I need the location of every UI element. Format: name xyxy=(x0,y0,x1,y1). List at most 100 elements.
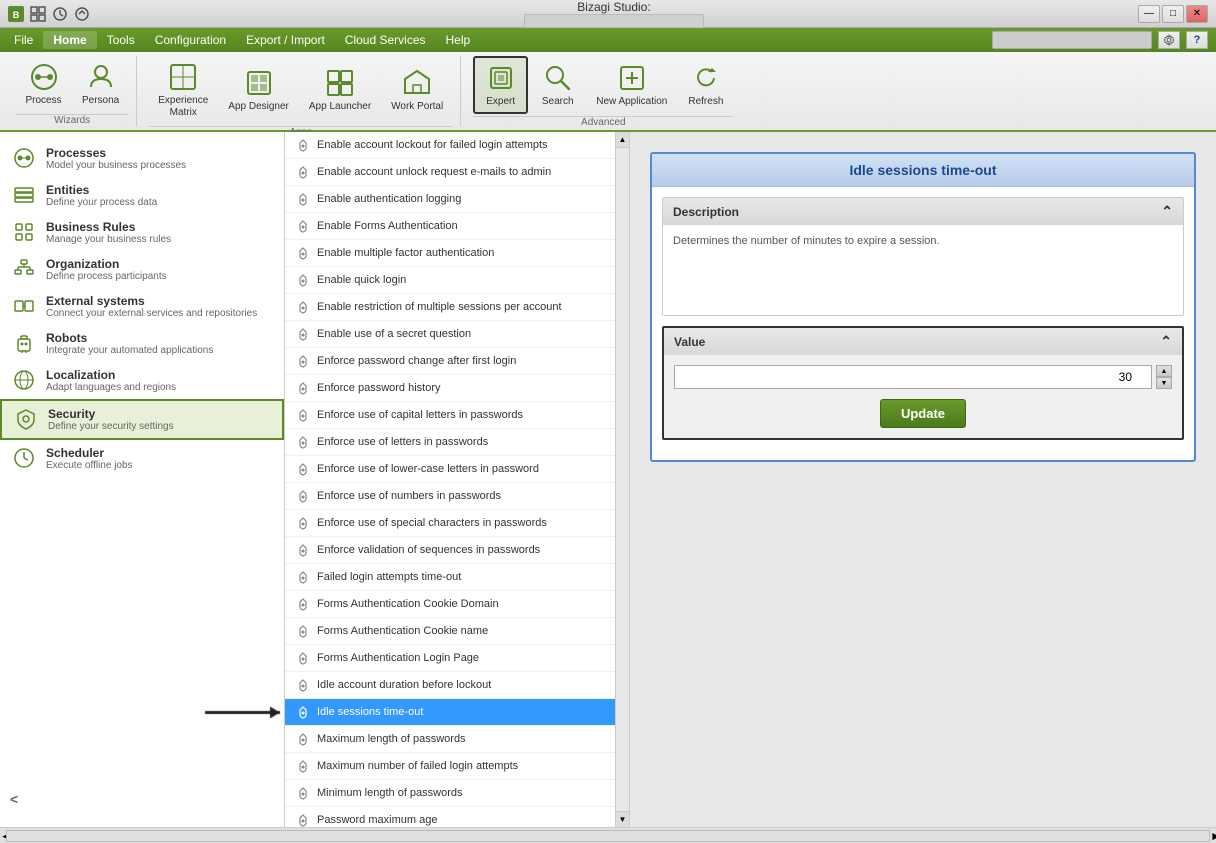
app-launcher-button[interactable]: App Launcher xyxy=(300,62,380,118)
sidebar-item-localization[interactable]: Localization Adapt languages and regions xyxy=(0,362,284,399)
menu-gear-button[interactable] xyxy=(1158,31,1180,49)
list-item-label: Failed login attempts time-out xyxy=(317,571,461,583)
sidebar-item-external-systems[interactable]: External systems Connect your external s… xyxy=(0,288,284,325)
menu-configuration[interactable]: Configuration xyxy=(145,31,236,49)
security-title: Security xyxy=(48,407,270,421)
list-item-icon xyxy=(295,218,311,234)
list-item[interactable]: Maximum length of passwords xyxy=(285,726,615,753)
close-button[interactable]: ✕ xyxy=(1186,5,1208,23)
sidebar-item-entities[interactable]: Entities Define your process data xyxy=(0,177,284,214)
menu-home[interactable]: Home xyxy=(43,31,96,49)
sidebar-item-scheduler[interactable]: Scheduler Execute offline jobs xyxy=(0,440,284,477)
new-application-button[interactable]: New Application xyxy=(587,57,676,113)
organization-title: Organization xyxy=(46,257,272,271)
list-item[interactable]: Enforce use of special characters in pas… xyxy=(285,510,615,537)
list-item-label: Maximum length of passwords xyxy=(317,733,466,745)
list-item-icon xyxy=(295,758,311,774)
menu-export-import[interactable]: Export / Import xyxy=(236,31,335,49)
list-item[interactable]: Forms Authentication Cookie name xyxy=(285,618,615,645)
search-bar[interactable] xyxy=(992,31,1152,49)
list-item-icon xyxy=(295,515,311,531)
list-item[interactable]: Enforce password change after first logi… xyxy=(285,348,615,375)
list-item[interactable]: Minimum length of passwords xyxy=(285,780,615,807)
list-item[interactable]: Enable Forms Authentication xyxy=(285,213,615,240)
spin-up-button[interactable]: ▲ xyxy=(1156,365,1172,377)
work-portal-button[interactable]: Work Portal xyxy=(382,62,452,118)
refresh-label: Refresh xyxy=(688,96,723,108)
list-item-icon xyxy=(295,353,311,369)
list-item-label: Enable Forms Authentication xyxy=(317,220,458,232)
spin-down-button[interactable]: ▼ xyxy=(1156,377,1172,389)
robots-text: Robots Integrate your automated applicat… xyxy=(46,331,272,356)
list-item-icon xyxy=(295,434,311,450)
list-item[interactable]: Password maximum age xyxy=(285,807,615,827)
value-input[interactable] xyxy=(674,365,1152,389)
list-item[interactable]: Failed login attempts time-out xyxy=(285,564,615,591)
value-header[interactable]: Value ⌃ xyxy=(664,328,1182,355)
list-item[interactable]: Forms Authentication Cookie Domain xyxy=(285,591,615,618)
list-item[interactable]: Enforce password history xyxy=(285,375,615,402)
app-designer-label: App Designer xyxy=(228,101,289,113)
list-item[interactable]: Idle sessions time-out xyxy=(285,699,615,726)
process-icon xyxy=(28,61,60,93)
app-designer-button[interactable]: App Designer xyxy=(219,62,298,118)
scroll-right-btn[interactable]: ► xyxy=(1210,829,1216,843)
list-item[interactable]: Maximum number of failed login attempts xyxy=(285,753,615,780)
scroll-down-button[interactable]: ▼ xyxy=(616,811,630,827)
list-item[interactable]: Enforce use of capital letters in passwo… xyxy=(285,402,615,429)
list-item[interactable]: Enforce use of lower-case letters in pas… xyxy=(285,456,615,483)
title-bar-controls[interactable]: — □ ✕ xyxy=(1138,5,1208,23)
horizontal-scrollbar[interactable] xyxy=(6,830,1210,842)
list-item[interactable]: Enable account unlock request e-mails to… xyxy=(285,159,615,186)
minimize-button[interactable]: — xyxy=(1138,5,1160,23)
list-item[interactable]: Enable authentication logging xyxy=(285,186,615,213)
experience-matrix-button[interactable]: ExperienceMatrix xyxy=(149,56,217,124)
list-item[interactable]: Forms Authentication Login Page xyxy=(285,645,615,672)
entities-text: Entities Define your process data xyxy=(46,183,272,208)
list-item[interactable]: Enable use of a secret question xyxy=(285,321,615,348)
restore-button[interactable]: □ xyxy=(1162,5,1184,23)
list-item-icon xyxy=(295,596,311,612)
search-button[interactable]: Search xyxy=(530,57,585,113)
sidebar-item-organization[interactable]: Organization Define process participants xyxy=(0,251,284,288)
update-button[interactable]: Update xyxy=(880,399,966,428)
menu-cloud-services[interactable]: Cloud Services xyxy=(335,31,436,49)
list-item[interactable]: Idle account duration before lockout xyxy=(285,672,615,699)
sidebar-item-processes[interactable]: Processes Model your business processes xyxy=(0,140,284,177)
list-item[interactable]: Enable restriction of multiple sessions … xyxy=(285,294,615,321)
list-item[interactable]: Enable multiple factor authentication xyxy=(285,240,615,267)
list-item-label: Password maximum age xyxy=(317,814,437,826)
toolbar-wizards-section: Process Persona Wizards xyxy=(8,56,137,126)
sidebar-item-security[interactable]: Security Define your security settings xyxy=(0,399,284,440)
list-item[interactable]: Enforce use of numbers in passwords xyxy=(285,483,615,510)
localization-title: Localization xyxy=(46,368,272,382)
menu-file[interactable]: File xyxy=(4,31,43,49)
scroll-up-button[interactable]: ▲ xyxy=(616,132,630,148)
title-bar-title: Bizagi Studio: xyxy=(90,0,1138,28)
list-item[interactable]: Enforce use of letters in passwords xyxy=(285,429,615,456)
robots-desc: Integrate your automated applications xyxy=(46,345,272,356)
menu-help-button[interactable]: ? xyxy=(1186,31,1208,49)
list-item[interactable]: Enable quick login xyxy=(285,267,615,294)
persona-button[interactable]: Persona xyxy=(73,56,128,112)
process-button[interactable]: Process xyxy=(16,56,71,112)
scrollbar[interactable]: ▲ ▼ xyxy=(615,132,629,827)
list-item[interactable]: Enforce validation of sequences in passw… xyxy=(285,537,615,564)
list-item-label: Enforce password history xyxy=(317,382,441,394)
menu-help[interactable]: Help xyxy=(436,31,481,49)
list-item-icon xyxy=(295,677,311,693)
sidebar-item-robots[interactable]: Robots Integrate your automated applicat… xyxy=(0,325,284,362)
entities-title: Entities xyxy=(46,183,272,197)
list-item-icon xyxy=(295,461,311,477)
security-desc: Define your security settings xyxy=(48,421,270,432)
sidebar-item-business-rules[interactable]: Business Rules Manage your business rule… xyxy=(0,214,284,251)
scheduler-title: Scheduler xyxy=(46,446,272,460)
list-item[interactable]: Enable account lockout for failed login … xyxy=(285,132,615,159)
list-item-label: Enforce validation of sequences in passw… xyxy=(317,544,540,556)
menu-tools[interactable]: Tools xyxy=(97,31,145,49)
processes-text: Processes Model your business processes xyxy=(46,146,272,171)
sidebar-collapse-button[interactable]: < xyxy=(10,791,18,807)
description-header[interactable]: Description ⌃ xyxy=(663,198,1183,225)
expert-button[interactable]: Expert xyxy=(473,56,528,114)
refresh-button[interactable]: Refresh xyxy=(678,57,733,113)
